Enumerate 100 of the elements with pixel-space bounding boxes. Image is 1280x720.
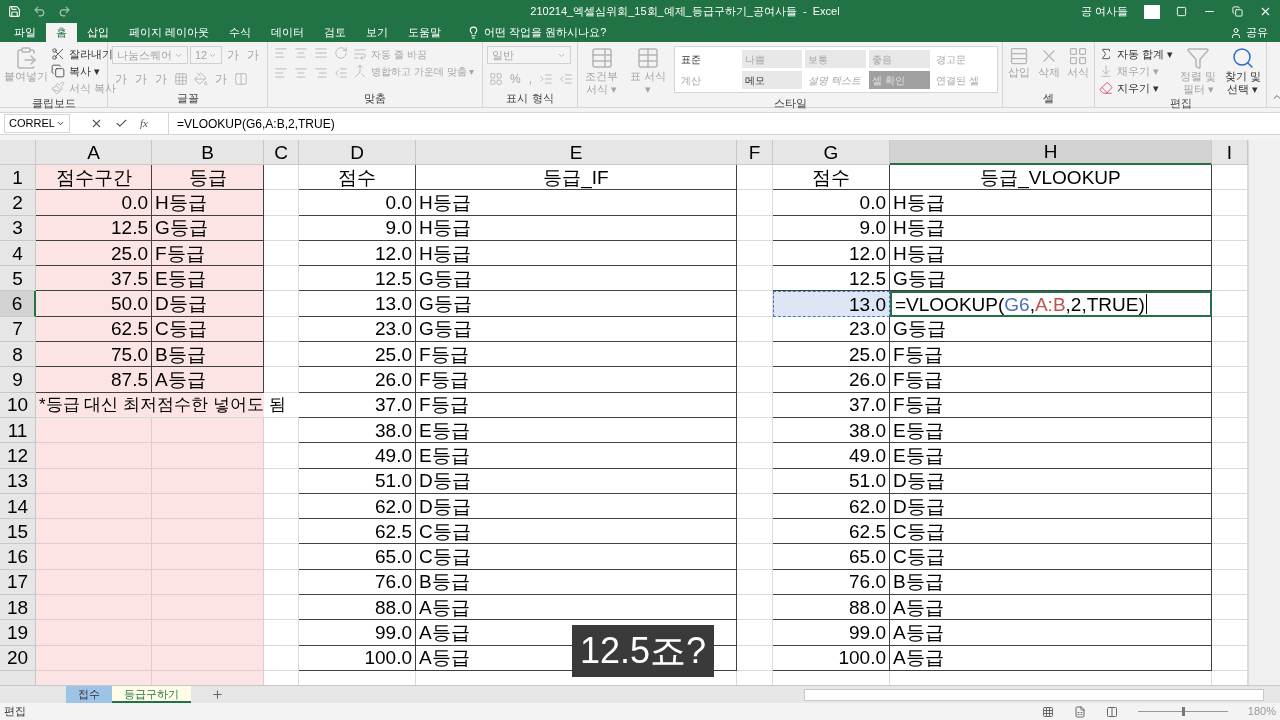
page-break-icon[interactable] [1105,705,1118,718]
ribbon-tab[interactable]: 검토 [314,23,357,42]
column-header[interactable]: H [890,140,1212,165]
row-header[interactable]: 8 [0,342,36,368]
table-cell: G등급 [152,215,264,241]
row-header[interactable]: 9 [0,367,36,393]
scissors-icon [51,47,65,61]
column-header[interactable]: I [1212,140,1248,165]
add-sheet-icon[interactable] [211,688,224,701]
table-cell: 50.0 [36,291,152,317]
table-cell: 37.0 [773,392,890,418]
formula-part: =VLOOKUP( [895,294,1005,314]
ribbon-tab[interactable]: 파일 [4,23,46,42]
insert-function-button[interactable]: fx [140,115,148,132]
select-all-corner[interactable] [0,140,36,165]
table-cell: 38.0 [299,417,416,444]
undo-icon[interactable] [33,5,46,18]
row-header[interactable]: 20 [0,645,36,671]
table-cell: 25.0 [299,342,416,368]
table-cell: A등급 [890,595,1212,621]
avatar[interactable] [1144,4,1160,19]
table-cell: D등급 [890,493,1212,520]
formula-field[interactable]: =VLOOKUP(G6,A:B,2,TRUE) [167,113,1276,134]
row-header[interactable]: 16 [0,544,36,570]
vertical-scrollbar[interactable] [1248,140,1280,685]
status-mode: 편집 [4,704,26,720]
ribbon-display-icon[interactable] [1176,6,1187,17]
table-cell: 13.0 [773,291,890,317]
row-header[interactable]: 4 [0,240,36,267]
row-header[interactable]: 15 [0,519,36,545]
align-icon [274,66,288,80]
ribbon-tab[interactable]: 도움말 [398,23,452,42]
row-header[interactable]: 19 [0,620,36,646]
row-header[interactable]: 3 [0,215,36,241]
formula-part: , [1029,294,1035,314]
row-header[interactable]: 10 [0,392,36,418]
table-cell: 26.0 [773,367,890,393]
row-header[interactable]: 18 [0,595,36,621]
border-icon [174,72,188,86]
table-cell: A등급 [890,645,1212,671]
tell-me-field[interactable]: 어떤 작업을 원하시나요? [484,24,607,41]
row-header[interactable]: 1 [0,165,36,191]
group-label: 편집 [1168,96,1193,111]
cancel-icon[interactable] [90,117,103,130]
table-cell: C등급 [890,519,1212,545]
ribbon-button[interactable]: 찾기 및 선택 ▾ [1223,46,1262,96]
row-header[interactable]: 17 [0,569,36,596]
table-cell: 51.0 [773,468,890,494]
page-layout-icon[interactable] [1073,705,1086,718]
column-header[interactable]: B [152,140,264,165]
save-icon[interactable] [8,5,21,18]
ribbon-tab[interactable]: 보기 [356,23,399,42]
close-icon[interactable] [1259,5,1272,18]
column-header[interactable]: F [737,140,773,165]
table-cell: 88.0 [299,595,416,621]
column-header[interactable]: D [299,140,416,165]
rotate-icon [334,46,348,60]
table-cell: B등급 [416,569,737,596]
column-header[interactable]: A [36,140,152,165]
restore-icon[interactable] [1232,6,1243,17]
sheet-tab[interactable]: 등급구하기 [112,686,191,703]
horizontal-scrollbar[interactable] [804,688,1264,701]
cell-style-swatch[interactable]: 메모 [741,71,803,89]
zoom-slider-thumb[interactable] [1181,707,1185,716]
row-header[interactable]: 7 [0,316,36,343]
share-button[interactable]: 공유 [1222,23,1276,42]
formula-edit-cell[interactable]: =VLOOKUP(G6,A:B,2,TRUE) [890,291,1212,317]
ribbon-tab[interactable]: 수식 [219,23,262,42]
row-header[interactable]: 5 [0,266,36,292]
row-header[interactable]: 2 [0,190,36,216]
row-header[interactable]: 11 [0,417,36,444]
ribbon-button[interactable]: 지우기 ▾ [1099,80,1174,96]
grid-icon [1068,46,1089,66]
enter-icon[interactable] [115,117,128,130]
row-header[interactable]: 6 [0,291,36,317]
row-header[interactable]: 12 [0,443,36,469]
row-header[interactable]: 14 [0,493,36,520]
table-cell: A등급 [890,620,1212,646]
indent-icon [559,72,573,86]
name-box[interactable]: CORREL [4,114,70,133]
normal-view-icon[interactable] [1041,705,1054,718]
table-cell: E등급 [890,417,1212,444]
table-cell: C등급 [416,544,737,570]
ribbon-tab[interactable]: 페이지 레이아웃 [119,23,220,42]
ribbon-button[interactable]: 자동 합계 ▾ [1099,46,1174,62]
table-cell: 62.5 [299,519,416,545]
ribbon-tab[interactable]: 홈 [46,23,77,42]
table-cell: F등급 [416,367,737,393]
table-cell: 9.0 [299,215,416,241]
table-cell: H등급 [890,240,1212,267]
column-header[interactable]: E [416,140,737,165]
align-icon [314,66,328,80]
ribbon-tab[interactable]: 데이터 [261,23,315,42]
column-header[interactable]: G [773,140,890,165]
sheet-tab[interactable]: 접수 [66,686,112,703]
redo-icon[interactable] [58,5,71,18]
ribbon-tab[interactable]: 삽입 [77,23,119,42]
row-header[interactable]: 13 [0,468,36,494]
column-header[interactable]: C [264,140,299,165]
table-cell: 0.0 [36,190,152,216]
